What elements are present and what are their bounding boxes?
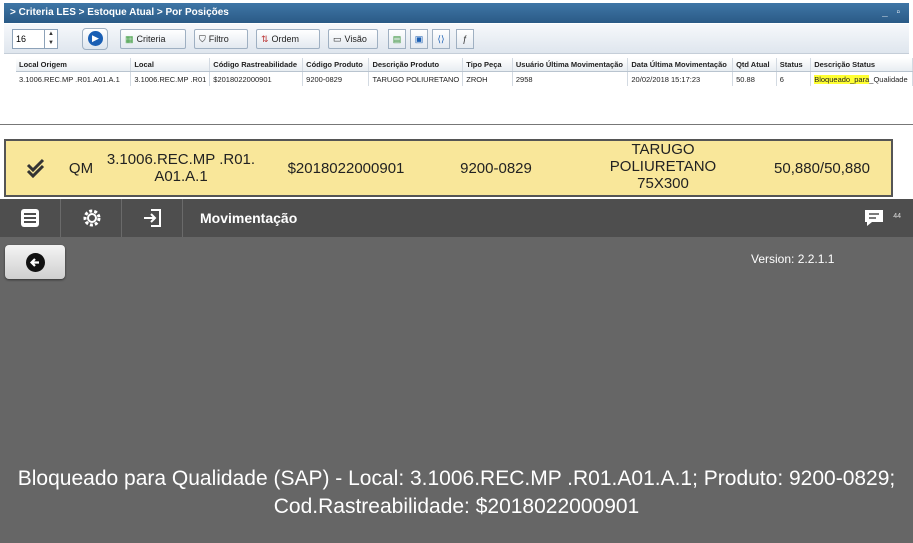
panel-titlebar: > Criteria LES > Estoque Atual > Por Pos… — [4, 3, 909, 23]
message-count-badge: 44 — [893, 213, 901, 220]
column-header[interactable]: Código Produto — [302, 58, 370, 72]
settings-gear-icon — [83, 209, 101, 227]
stock-grid-panel: > Criteria LES > Estoque Atual > Por Pos… — [0, 0, 913, 93]
app-toolbar: Movimentação 44 — [0, 199, 913, 237]
page-size-value: 16 — [16, 34, 27, 44]
menu-button[interactable] — [0, 199, 61, 237]
play-arrow-icon: ▶ — [88, 31, 103, 46]
login-icon — [144, 209, 161, 227]
settings-button[interactable] — [61, 199, 122, 237]
criteria-icon: ▦ — [125, 34, 134, 44]
page-size-stepper[interactable]: 16 ▲ ▼ — [12, 29, 58, 49]
cell-codigo-rastreabilidade: $2018022000901 — [209, 71, 304, 86]
column-header[interactable]: Status — [776, 58, 812, 72]
item-code: $2018022000901 — [287, 160, 405, 177]
sort-az-icon: ⇅ — [261, 34, 269, 44]
selected-item-row[interactable]: QM 3.1006.REC.MP .R01. A01.A.1 $20180220… — [4, 139, 893, 197]
status-message: Bloqueado para Qualidade (SAP) - Local: … — [17, 467, 896, 518]
column-header[interactable]: Usuário Última Movimentação — [512, 58, 629, 72]
cell-data: 20/02/2018 15:17:23 — [627, 71, 734, 86]
breadcrumb: > Criteria LES > Estoque Atual > Por Pos… — [10, 7, 229, 18]
window-controls[interactable]: _ ▫ — [882, 3, 903, 23]
execute-button[interactable]: ▶ — [82, 28, 108, 50]
column-header[interactable]: Local Origem — [16, 58, 132, 72]
code-brackets-icon: ⟨⟩ — [437, 34, 445, 44]
cell-qtd: 50.88 — [732, 71, 777, 86]
criteria-button[interactable]: ▦ Criteria — [120, 29, 186, 49]
item-type: QM — [68, 160, 94, 177]
column-header[interactable]: Código Rastreabilidade — [209, 58, 304, 72]
highlighted-status-text: Bloqueado_para — [814, 74, 870, 84]
item-quantity: 50,880/50,880 — [774, 160, 870, 177]
item-description: TARUGO POLIURETANO 75X300 — [609, 141, 717, 192]
column-header[interactable]: Descrição Produto — [368, 58, 464, 72]
cell-tipo-peca: ZROH — [462, 71, 513, 86]
cell-descricao-produto: TARUGO POLIURETANO — [368, 71, 464, 86]
double-check-icon — [24, 158, 50, 182]
stepper-arrows-icon[interactable]: ▲ ▼ — [44, 30, 57, 48]
export-excel-button[interactable]: ▤ — [388, 29, 406, 49]
column-header[interactable]: Local — [130, 58, 211, 72]
code-view-button[interactable]: ⟨⟩ — [432, 29, 450, 49]
back-arrow-icon — [26, 253, 45, 272]
screen-title: Movimentação — [200, 210, 298, 226]
table-header-row: Local Origem Local Código Rastreabilidad… — [16, 58, 913, 72]
visao-button[interactable]: ▭ Visão — [328, 29, 378, 49]
stock-table: Local Origem Local Código Rastreabilidad… — [16, 58, 913, 86]
view-icon: ▭ — [333, 34, 342, 44]
ordem-button[interactable]: ⇅ Ordem — [256, 29, 320, 49]
login-button[interactable] — [122, 199, 183, 237]
status-text-rest: _Qualidade — [869, 74, 908, 84]
column-header[interactable]: Descrição Status — [810, 58, 913, 72]
cell-local: 3.1006.REC.MP .R01 — [130, 71, 211, 86]
function-button[interactable]: ƒ — [456, 29, 474, 49]
table-row[interactable]: 3.1006.REC.MP .R01.A01.A.1 3.1006.REC.MP… — [16, 71, 913, 86]
cell-descricao-status: Bloqueado_para_Qualidade — [810, 71, 913, 86]
item-product: 9200-0829 — [460, 160, 532, 177]
back-button[interactable] — [5, 245, 65, 279]
cell-usuario: 2958 — [512, 71, 629, 86]
app-version: Version: 2.2.1.1 — [751, 252, 835, 266]
function-icon: ƒ — [462, 34, 468, 44]
column-header[interactable]: Qtd Atual — [732, 58, 777, 72]
message-icon[interactable] — [863, 208, 885, 228]
save-button[interactable]: ▣ — [410, 29, 428, 49]
column-header[interactable]: Data Última Movimentação — [627, 58, 734, 72]
column-header[interactable]: Tipo Peça — [462, 58, 513, 72]
grid-toolbar: 16 ▲ ▼ ▶ ▦ Criteria ⛉ Filtro ⇅ Ordem ▭ Visão … — [4, 24, 909, 54]
divider — [0, 124, 913, 125]
item-location: 3.1006.REC.MP .R01. A01.A.1 — [106, 151, 256, 185]
floppy-disk-icon: ▣ — [414, 34, 424, 44]
cell-status: 6 — [776, 71, 812, 86]
filter-icon: ⛉ — [199, 34, 206, 44]
excel-icon: ▤ — [392, 34, 402, 44]
menu-icon — [21, 209, 39, 227]
cell-local-origem: 3.1006.REC.MP .R01.A01.A.1 — [16, 71, 132, 86]
mobile-app-screen: Movimentação 44 Version: 2.2.1.1 Bloquea… — [0, 199, 913, 543]
filtro-button[interactable]: ⛉ Filtro — [194, 29, 248, 49]
cell-codigo-produto: 9200-0829 — [302, 71, 370, 86]
